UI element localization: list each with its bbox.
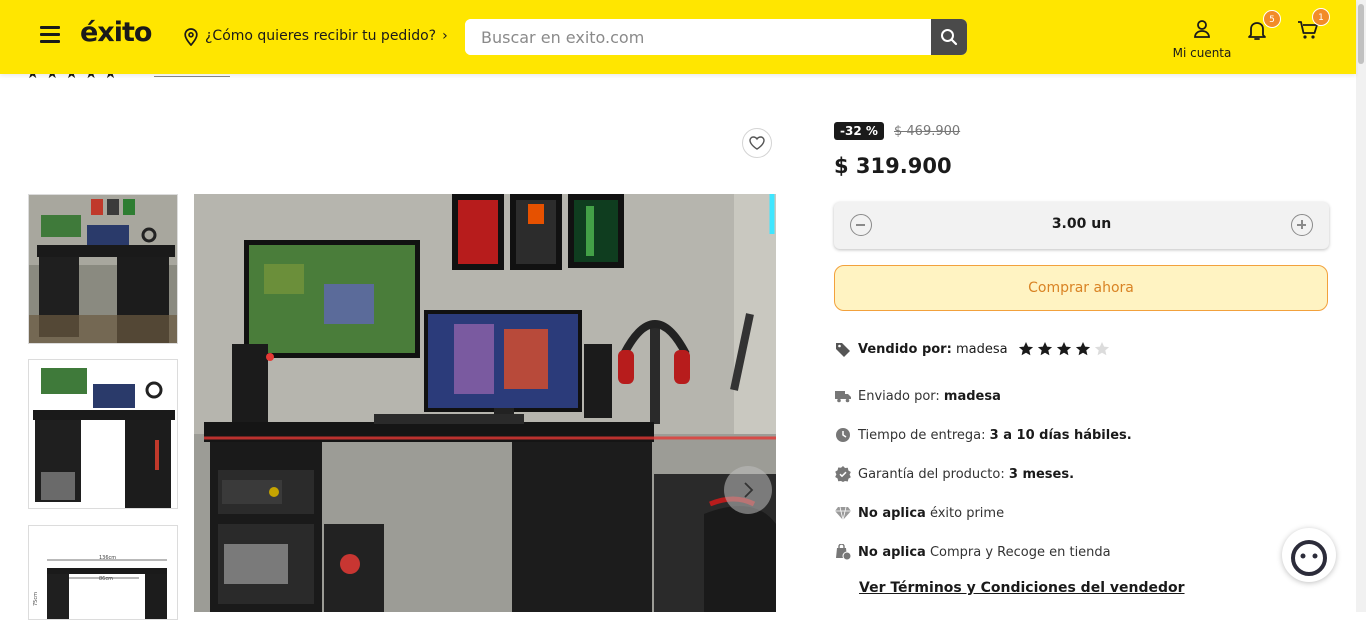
- truck-icon: [835, 391, 851, 403]
- quantity-stepper: 3.00 un: [834, 202, 1329, 249]
- search-bar: [465, 19, 967, 55]
- heart-icon: [749, 136, 765, 150]
- pickup-status: No aplica: [858, 544, 926, 560]
- gallery-thumbnail-3[interactable]: 136cm 86cm 75cm: [28, 525, 178, 620]
- dimension-inner-label: 86cm: [99, 576, 113, 582]
- seller-terms-link[interactable]: Ver Términos y Condiciones del vendedor: [859, 580, 1185, 596]
- pickup-row: No aplica Compra y Recoge en tienda: [834, 543, 1111, 561]
- prime-row: No aplica éxito prime: [834, 504, 1004, 522]
- dimension-side-label: 75cm: [33, 592, 39, 606]
- search-button[interactable]: [931, 19, 967, 55]
- delivery-time-row: Tiempo de entrega: 3 a 10 días hábiles.: [834, 426, 1132, 444]
- quantity-value: 3.00 un: [1051, 216, 1112, 232]
- account-label: Mi cuenta: [1172, 46, 1232, 60]
- chevron-right-icon: [744, 482, 754, 498]
- gallery-thumbnail-2[interactable]: [28, 359, 178, 509]
- desk-photo-thumbnail: [29, 195, 177, 343]
- search-icon: [941, 29, 958, 46]
- menu-icon[interactable]: [40, 26, 60, 44]
- notifications-badge: 5: [1263, 10, 1281, 28]
- dimension-top-label: 136cm: [99, 555, 116, 561]
- warranty-row: Garantía del producto: 3 meses.: [834, 465, 1074, 483]
- clock-icon: [836, 428, 850, 442]
- search-input[interactable]: [465, 19, 931, 55]
- shipped-by-row: Enviado por: madesa: [834, 387, 1001, 405]
- favorite-button[interactable]: [742, 128, 772, 158]
- help-chat-button[interactable]: [1282, 528, 1336, 582]
- shipped-by-label: Enviado por:: [858, 388, 940, 404]
- warranty-value: 3 meses.: [1008, 466, 1075, 482]
- seller-rating: [1018, 341, 1113, 357]
- prime-status: No aplica: [858, 505, 926, 521]
- gallery-thumbnail-1[interactable]: [28, 194, 178, 344]
- reviews-link-underline: [154, 76, 230, 77]
- user-icon: [1194, 20, 1210, 38]
- star-filled-icon: [1018, 342, 1033, 356]
- delivery-time-value: 3 a 10 días hábiles.: [989, 427, 1132, 443]
- shipped-by-value: madesa: [943, 388, 1001, 404]
- gaming-desk-photo: [194, 194, 776, 612]
- warranty-badge-icon: [835, 466, 851, 482]
- current-price: $ 319.900: [834, 154, 952, 178]
- quantity-increase-button[interactable]: [1291, 214, 1313, 236]
- star-filled-icon: [1037, 342, 1052, 356]
- site-header: éxito ¿Cómo quieres recibir tu pedido? › …: [0, 0, 1356, 74]
- cart-button[interactable]: 1: [1296, 8, 1330, 42]
- chevron-right-icon: ›: [442, 28, 448, 44]
- tag-icon: [836, 343, 850, 357]
- sold-by-value: madesa: [955, 341, 1008, 357]
- product-main-image[interactable]: [194, 194, 776, 612]
- exito-logo[interactable]: éxito: [80, 17, 152, 48]
- delivery-selector[interactable]: ¿Cómo quieres recibir tu pedido? ›: [205, 28, 448, 44]
- notifications-button[interactable]: 5: [1245, 10, 1281, 42]
- star-filled-icon: [1056, 342, 1071, 356]
- page-scrollbar[interactable]: [1356, 0, 1366, 612]
- sold-by-row: Vendido por: madesa: [834, 340, 1113, 358]
- delivery-prompt: ¿Cómo quieres recibir tu pedido?: [205, 28, 437, 44]
- original-price: $ 469.900: [894, 124, 961, 139]
- location-pin-icon: [184, 28, 198, 46]
- prime-text: éxito prime: [929, 505, 1005, 521]
- star-filled-icon: [1075, 342, 1090, 356]
- discount-badge: -32 %: [834, 122, 884, 140]
- desk-cutout-thumbnail: [29, 360, 177, 508]
- gallery-next-button[interactable]: [724, 466, 772, 514]
- diamond-icon: [835, 506, 851, 520]
- store-pickup-icon: [836, 544, 851, 560]
- pickup-text: Compra y Recoge en tienda: [929, 544, 1111, 560]
- star-empty-icon: [1094, 342, 1109, 356]
- sold-by-label: Vendido por:: [858, 341, 952, 357]
- account-button[interactable]: Mi cuenta: [1170, 19, 1234, 60]
- delivery-time-label: Tiempo de entrega:: [858, 427, 986, 443]
- buy-now-button[interactable]: Comprar ahora: [834, 265, 1328, 311]
- cart-badge: 1: [1312, 8, 1330, 26]
- desk-dimensions-thumbnail: 136cm 86cm 75cm: [29, 526, 177, 619]
- chat-helper-icon: [1291, 540, 1327, 576]
- warranty-label: Garantía del producto:: [858, 466, 1005, 482]
